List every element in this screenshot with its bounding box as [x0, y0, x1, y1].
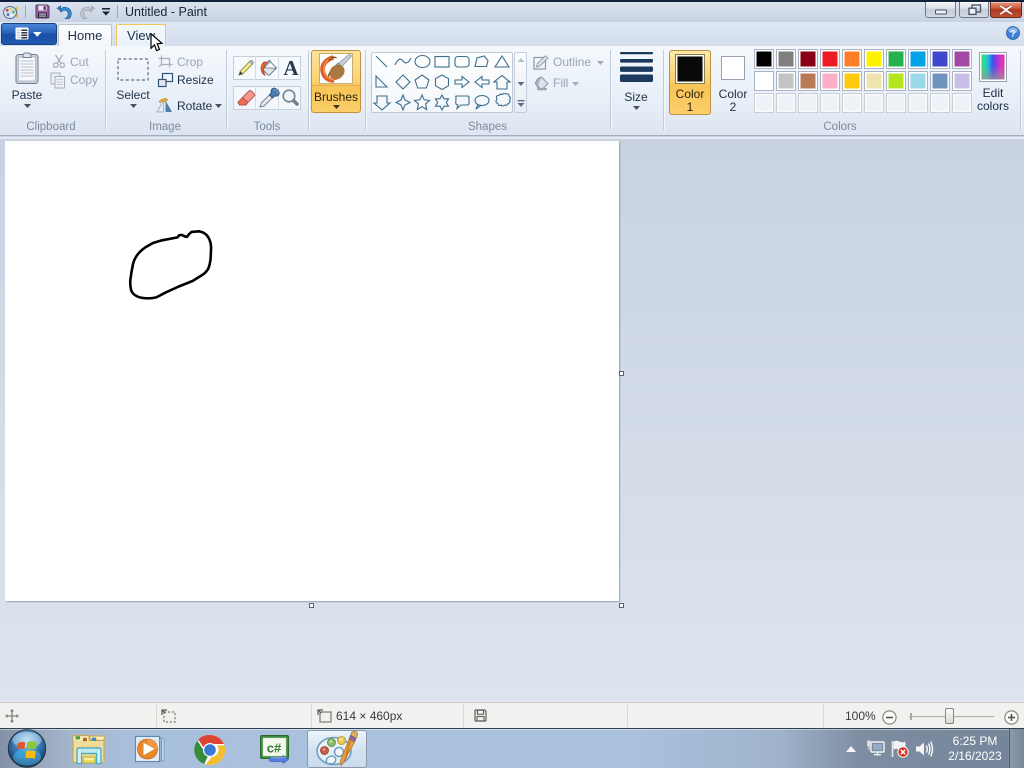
svg-text:c#: c#: [267, 741, 282, 756]
svg-text:?: ?: [1010, 29, 1016, 40]
